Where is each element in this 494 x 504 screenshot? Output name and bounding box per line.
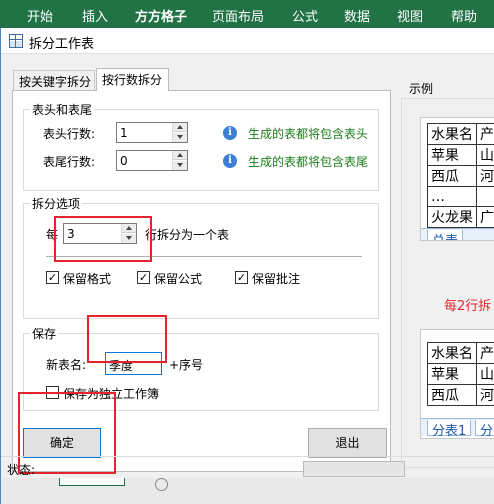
header-rows-stepper[interactable]: 1: [116, 122, 188, 143]
add-sheet-icon[interactable]: [155, 478, 168, 491]
example-sheet-tabs: 总表: [421, 228, 494, 240]
status-label: 状态:: [7, 463, 36, 477]
ribbon-tab-insert[interactable]: 插入: [82, 6, 108, 25]
split-sheet-dialog: 拆分工作表 按关键字拆分 按行数拆分 表头和表尾 表头行数: 1 i 生成的表都…: [0, 28, 494, 504]
ribbon-tab-view[interactable]: 视图: [397, 6, 423, 25]
footer-rows-stepper[interactable]: 0: [116, 150, 188, 171]
checkmark-icon: ✓: [235, 271, 248, 284]
tab-split-by-keyword[interactable]: 按关键字拆分: [13, 70, 95, 90]
example-total-table: 水果名产 苹果山 西瓜河 … 火龙果广: [427, 123, 494, 228]
example-tab-part1: 分表1: [427, 420, 472, 438]
table-icon: [9, 34, 23, 48]
header-rows-label: 表头行数:: [43, 127, 96, 141]
excel-ribbon: 开始 插入 方方格子 页面布局 公式 数据 视图 帮助: [0, 0, 494, 28]
ribbon-tab-fangfang[interactable]: 方方格子: [135, 6, 187, 25]
header-footer-title: 表头和表尾: [30, 101, 95, 118]
ribbon-tab-page-layout[interactable]: 页面布局: [212, 6, 264, 25]
new-name-label: 新表名:: [46, 358, 87, 372]
keep-comment-checkbox[interactable]: ✓ 保留批注: [235, 270, 315, 286]
name-suffix-label: +序号: [169, 358, 204, 372]
tab-split-by-rows[interactable]: 按行数拆分: [96, 68, 169, 91]
example-sheet-total: 水果名产 苹果山 西瓜河 … 火龙果广 总表: [420, 117, 494, 241]
example-tab-part2: 分: [475, 420, 494, 438]
header-rows-value: 1: [120, 126, 128, 140]
checkmark-icon: ✓: [137, 271, 150, 284]
ribbon-tab-home[interactable]: 开始: [27, 6, 53, 25]
header-footer-group: 表头和表尾 表头行数: 1 i 生成的表都将包含表头 表尾行数: 0 i 生成的…: [23, 101, 379, 191]
ribbon-tab-help[interactable]: 帮助: [451, 6, 477, 25]
example-title: 示例: [409, 82, 434, 96]
example-caption: 每2行拆: [444, 299, 492, 314]
example-sheet-tabs: 分表1 分: [421, 418, 494, 438]
progress-bar: [303, 461, 405, 477]
spin-up-icon[interactable]: [173, 151, 187, 160]
keep-format-checkbox[interactable]: ✓ 保留格式: [46, 270, 126, 286]
save-title: 保存: [30, 325, 59, 342]
header-info-text: 生成的表都将包含表头: [248, 127, 369, 141]
name-highlight-box: [87, 315, 167, 363]
dialog-title: 拆分工作表: [29, 37, 95, 52]
footer-rows-label: 表尾行数:: [43, 155, 96, 169]
spin-down-icon[interactable]: [173, 161, 187, 170]
spin-up-icon[interactable]: [173, 123, 187, 132]
info-icon: i: [223, 154, 237, 168]
keep-formula-checkbox[interactable]: ✓ 保留公式: [137, 270, 217, 286]
split-suffix-label: 行拆分为一个表: [145, 228, 230, 242]
example-sheet-part1: 水果名产 苹果山 西瓜河 分表1 分: [420, 329, 494, 439]
checkmark-icon: ✓: [46, 271, 59, 284]
spin-down-icon[interactable]: [173, 133, 187, 142]
rows-highlight-box: [54, 216, 152, 262]
example-part1-table: 水果名产 苹果山 西瓜河: [427, 342, 494, 406]
footer-info-text: 生成的表都将包含表尾: [248, 155, 369, 169]
info-icon: i: [223, 126, 237, 140]
ribbon-tab-data[interactable]: 数据: [344, 6, 370, 25]
sheet-tab-active[interactable]: [59, 478, 125, 486]
split-options-title: 拆分选项: [30, 195, 83, 212]
dialog-titlebar[interactable]: 拆分工作表: [1, 28, 494, 54]
sheet-bar-strip: [1, 478, 494, 504]
footer-rows-value: 0: [120, 154, 128, 168]
ribbon-tab-formulas[interactable]: 公式: [292, 6, 318, 25]
status-bar: 状态:: [1, 456, 494, 478]
example-frame: 水果名产 苹果山 西瓜河 … 火龙果广 总表 每2行拆 水果名产 苹果山 西瓜河…: [401, 98, 494, 468]
exit-button[interactable]: 退出: [308, 428, 387, 458]
example-tab-total: 总表: [427, 230, 464, 240]
